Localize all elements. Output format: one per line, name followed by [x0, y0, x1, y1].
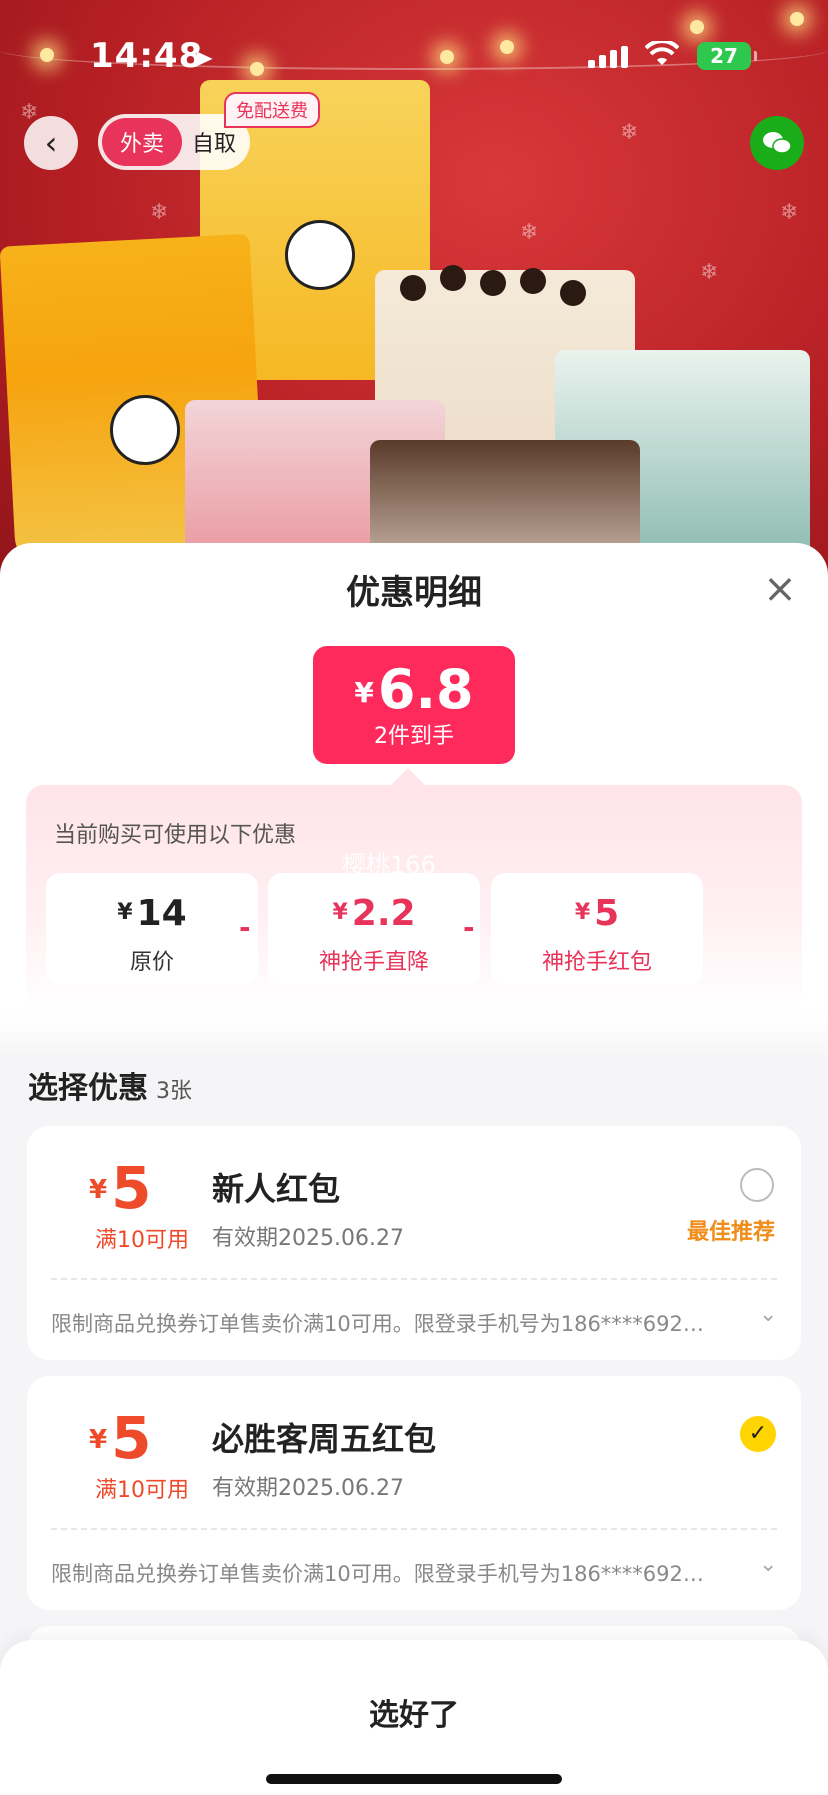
- coupon-description: 限制商品兑换券订单售卖价满10可用。限登录手机号为186****6925...: [51, 1562, 711, 1586]
- final-price-note: 2件到手: [374, 724, 454, 749]
- pearl: [440, 265, 466, 291]
- bottom-action-bar: 选好了: [0, 1640, 828, 1795]
- free-delivery-badge: 免配送费: [224, 92, 320, 128]
- coupon-validity: 有效期2025.06.27: [212, 1226, 404, 1251]
- coupon-amount-value: 5: [111, 1404, 152, 1472]
- direct-discount-pill: ¥2.2 神抢手直降: [268, 873, 480, 985]
- breakdown-amount: 14: [136, 893, 187, 934]
- original-price-pill: ¥14 原价: [46, 873, 258, 985]
- snowflake-icon: ❄: [700, 260, 719, 285]
- coupon-count: 3张: [156, 1079, 192, 1104]
- snowflake-icon: ❄: [520, 220, 539, 245]
- available-promos-label: 当前购买可使用以下优惠: [54, 823, 297, 848]
- snowflake-icon: ❄: [780, 200, 799, 225]
- pearl: [520, 268, 546, 294]
- promo-breakdown-panel: 当前购买可使用以下优惠 樱桃166 ¥14 原价 - ¥2.2 神抢手直降 - …: [26, 785, 802, 1010]
- chevron-down-icon[interactable]: ⌄: [759, 1302, 777, 1327]
- choose-title-text: 选择优惠: [28, 1071, 148, 1106]
- coupon-description: 限制商品兑换券订单售卖价满10可用。限登录手机号为186****6925...: [51, 1312, 711, 1336]
- snowflake-icon: ❄: [620, 120, 639, 145]
- close-icon[interactable]: ×: [760, 569, 800, 609]
- coupon-name: 新人红包: [212, 1170, 341, 1208]
- coupon-name: 必胜客周五红包: [212, 1420, 437, 1458]
- coupon-card[interactable]: ¥5 满10可用 必胜客周五红包 有效期2025.06.27 ✓ 限制商品兑换券…: [27, 1376, 801, 1610]
- dashed-divider: [51, 1278, 777, 1280]
- pearl: [480, 270, 506, 296]
- snowflake-icon: ❄: [150, 200, 169, 225]
- breakdown-label: 原价: [129, 950, 174, 975]
- pearl: [400, 275, 426, 301]
- wechat-icon[interactable]: [750, 116, 804, 170]
- choose-discount-title: 选择优惠 3张: [28, 1063, 192, 1107]
- breakdown-label: 神抢手红包: [541, 950, 652, 975]
- currency-symbol: ¥: [354, 676, 374, 709]
- status-bar: 14:48 ➤ 27: [0, 0, 828, 110]
- minus-sign: -: [463, 911, 475, 944]
- snowman-mascot: [110, 395, 180, 465]
- currency-symbol: ¥: [89, 1175, 108, 1205]
- status-time: 14:48: [90, 36, 204, 76]
- confirm-button[interactable]: 选好了: [0, 1690, 828, 1734]
- coupon-check-icon[interactable]: ✓: [740, 1416, 776, 1452]
- currency-symbol: ¥: [89, 1425, 108, 1455]
- coupon-amount: ¥5: [89, 1406, 209, 1472]
- coupon-radio-unchecked[interactable]: [740, 1168, 774, 1202]
- dashed-divider: [51, 1528, 777, 1530]
- red-packet-pill: ¥5 神抢手红包: [491, 873, 703, 985]
- final-price-value: 6.8: [377, 658, 474, 721]
- chevron-left-icon: ‹: [44, 124, 58, 162]
- snowman-mascot: [285, 220, 355, 290]
- sheet-title: 优惠明细: [346, 573, 482, 613]
- breakdown-label: 神抢手直降: [318, 950, 429, 975]
- coupon-amount: ¥5: [89, 1156, 209, 1222]
- cellular-signal-icon: [588, 46, 628, 68]
- coupon-condition: 满10可用: [95, 1478, 189, 1503]
- final-price-box: ¥6.8 2件到手: [313, 646, 515, 764]
- coupon-card[interactable]: ¥5 满10可用 新人红包 有效期2025.06.27 最佳推荐 限制商品兑换券…: [27, 1126, 801, 1360]
- minus-sign: -: [239, 911, 251, 944]
- delivery-tab[interactable]: 外卖: [102, 118, 182, 166]
- coupon-condition: 满10可用: [95, 1228, 189, 1253]
- currency-symbol: ¥: [574, 900, 591, 925]
- home-indicator: [266, 1774, 562, 1784]
- currency-symbol: ¥: [332, 900, 348, 925]
- currency-symbol: ¥: [117, 900, 133, 925]
- breakdown-amount: 5: [594, 893, 620, 934]
- pickup-tab[interactable]: 自取: [182, 126, 246, 158]
- chevron-down-icon[interactable]: ⌄: [759, 1552, 777, 1577]
- coupon-amount-value: 5: [111, 1154, 152, 1222]
- best-recommend-badge: 最佳推荐: [687, 1220, 776, 1245]
- breakdown-amount: 2.2: [351, 893, 416, 934]
- wifi-icon: [644, 39, 680, 75]
- battery-indicator: 27: [697, 42, 757, 70]
- location-arrow-icon: ➤: [192, 44, 214, 74]
- final-price: ¥6.8: [313, 660, 515, 723]
- pearl: [560, 280, 586, 306]
- back-button[interactable]: ‹: [24, 116, 78, 170]
- discount-detail-sheet: 优惠明细 × ¥6.8 2件到手 当前购买可使用以下优惠 樱桃166 ¥14 原…: [0, 543, 828, 1795]
- coupon-validity: 有效期2025.06.27: [212, 1476, 404, 1501]
